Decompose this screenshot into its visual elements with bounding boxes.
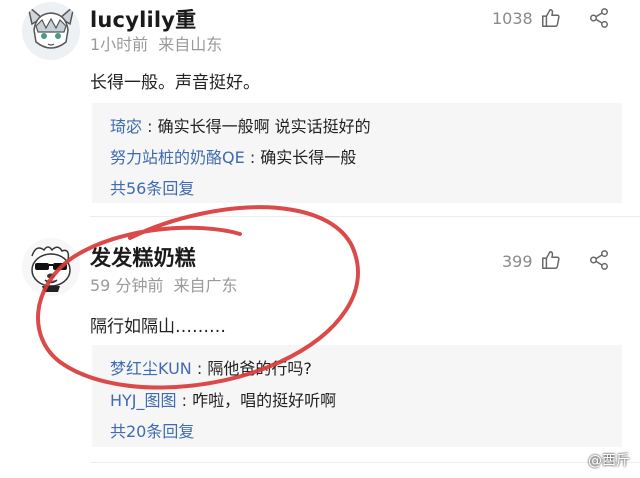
more-replies-link[interactable]: 共56条回复 [110,175,194,199]
avatar-cool-dog-image [22,238,80,296]
timestamp: 59 分钟前 [90,276,164,295]
username[interactable]: lucylily重 [90,4,196,34]
reply-separator: : [249,148,256,167]
reply-item[interactable]: 努力站桩的奶酪QE : 确实长得一般 [110,144,356,168]
reply-user[interactable]: 努力站桩的奶酪QE [110,148,245,167]
watermark: @西斤 [588,453,630,469]
location: 来自山东 [158,35,223,54]
share-icon[interactable] [588,7,610,29]
thumbs-up-icon[interactable] [540,7,562,29]
like-count: 1038 [492,9,533,28]
avatar-anime-image [22,2,80,60]
reply-text: 咋啦，唱的挺好听啊 [192,391,337,410]
reply-user[interactable]: 梦红尘KUN [110,359,192,378]
share-icon[interactable] [588,249,610,271]
reply-separator: : [147,117,153,136]
reply-user[interactable]: 琦宓 [110,117,142,136]
divider [90,462,640,463]
reply-box[interactable]: 梦红尘KUN : 隔他爸的行吗? HYJ_图图 : 咋啦，唱的挺好听啊 共20条… [92,345,622,447]
username[interactable]: 发发糕奶糕 [90,242,196,272]
timestamp: 1小时前 [90,35,149,54]
reply-separator: : [181,391,188,410]
reply-item[interactable]: 梦红尘KUN : 隔他爸的行吗? [110,355,312,379]
thumbs-up-icon[interactable] [540,249,562,271]
reply-item[interactable]: 琦宓 : 确实长得一般啊 说实话挺好的 [110,113,371,137]
comment-meta: 59 分钟前 来自广东 [90,272,237,296]
avatar[interactable] [22,238,80,296]
reply-separator: : [196,359,203,378]
reply-text: 隔他爸的行吗? [207,359,312,378]
reply-text: 确实长得一般啊 说实话挺好的 [157,117,371,136]
comment-text: 隔行如隔山……… [90,317,226,337]
reply-item[interactable]: HYJ_图图 : 咋啦，唱的挺好听啊 [110,387,336,411]
comment-meta: 1小时前 来自山东 [90,31,222,55]
divider [90,216,640,217]
more-replies-link[interactable]: 共20条回复 [110,418,194,442]
reply-box[interactable]: 琦宓 : 确实长得一般啊 说实话挺好的 努力站桩的奶酪QE : 确实长得一般 共… [92,103,622,203]
comment-text: 长得一般。声音挺好。 [90,73,260,93]
reply-text: 确实长得一般 [260,148,357,167]
like-count: 399 [502,252,533,271]
avatar[interactable] [22,2,80,60]
location: 来自广东 [173,276,238,295]
reply-user[interactable]: HYJ_图图 [110,391,177,410]
